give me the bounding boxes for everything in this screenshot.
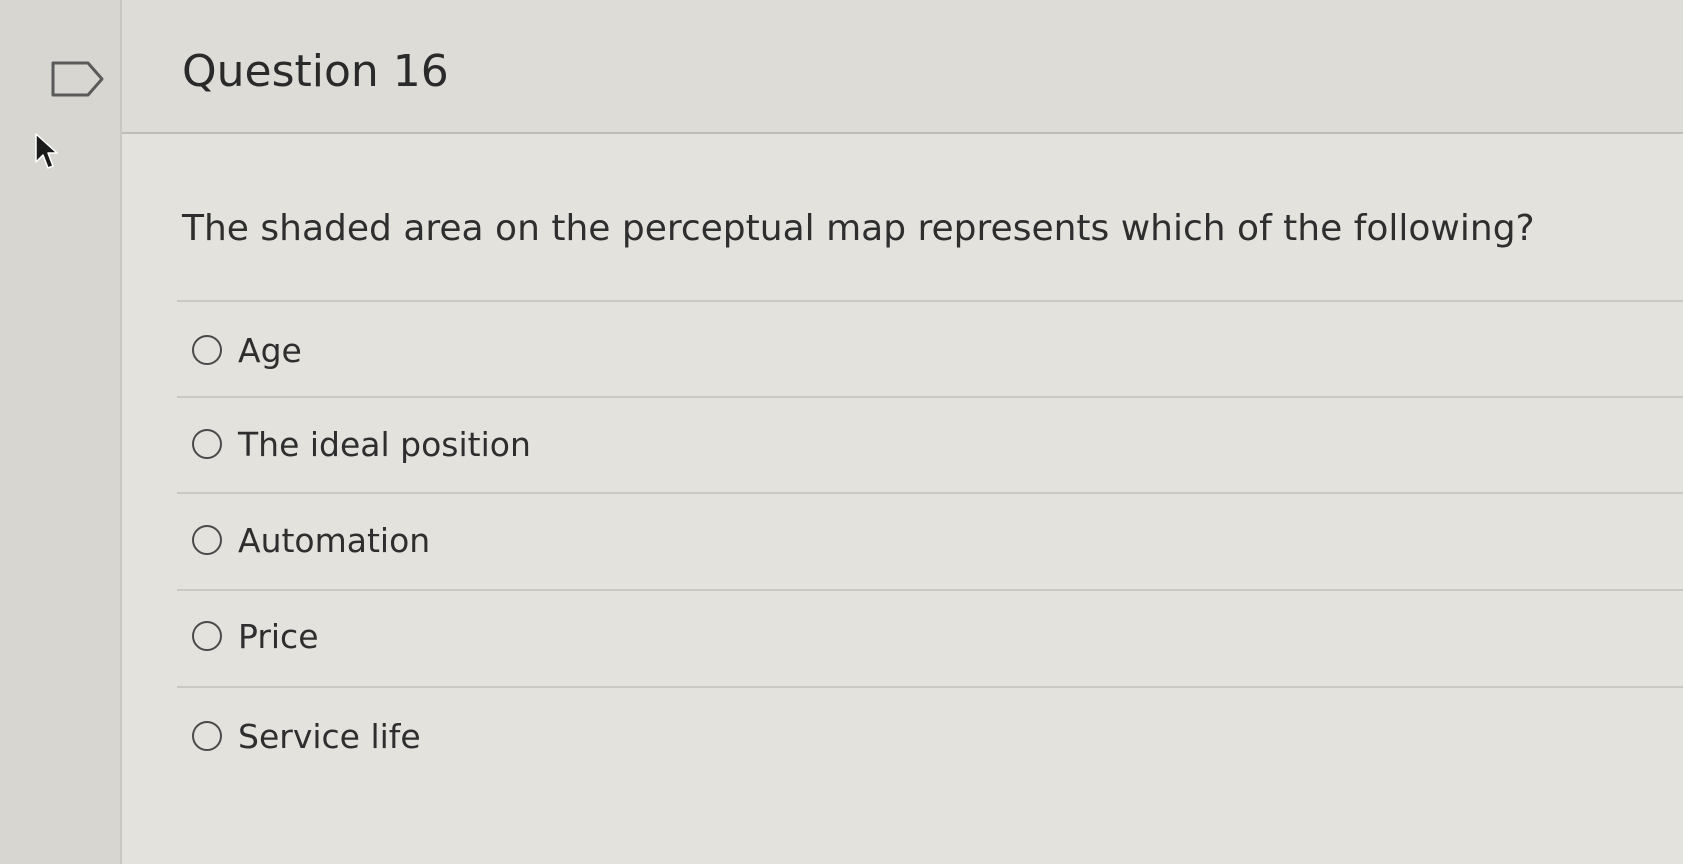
left-rail — [0, 0, 120, 864]
answer-label: Automation — [238, 520, 431, 560]
radio-button-icon[interactable] — [192, 721, 222, 751]
answer-label: Price — [238, 616, 319, 656]
divider — [177, 492, 1683, 494]
radio-button-icon[interactable] — [192, 621, 222, 651]
divider — [177, 686, 1683, 688]
radio-button-icon[interactable] — [192, 429, 222, 459]
answer-option-service-life[interactable]: Service life — [192, 706, 1592, 766]
question-prompt: The shaded area on the perceptual map re… — [182, 208, 1535, 249]
flag-question-icon[interactable] — [50, 60, 106, 98]
answer-option-ideal-position[interactable]: The ideal position — [192, 414, 1592, 474]
answer-option-age[interactable]: Age — [192, 320, 1592, 380]
answer-option-price[interactable]: Price — [192, 606, 1592, 666]
question-header: Question 16 — [122, 0, 1683, 134]
question-title: Question 16 — [182, 46, 449, 97]
radio-button-icon[interactable] — [192, 335, 222, 365]
divider — [177, 589, 1683, 591]
radio-button-icon[interactable] — [192, 525, 222, 555]
answer-label: Age — [238, 330, 302, 370]
divider — [177, 300, 1683, 302]
answer-label: The ideal position — [238, 424, 531, 464]
answer-label: Service life — [238, 716, 421, 756]
mouse-pointer-icon — [35, 133, 58, 169]
answer-option-automation[interactable]: Automation — [192, 510, 1592, 570]
divider — [177, 396, 1683, 398]
question-panel: Question 16 The shaded area on the perce… — [120, 0, 1683, 864]
